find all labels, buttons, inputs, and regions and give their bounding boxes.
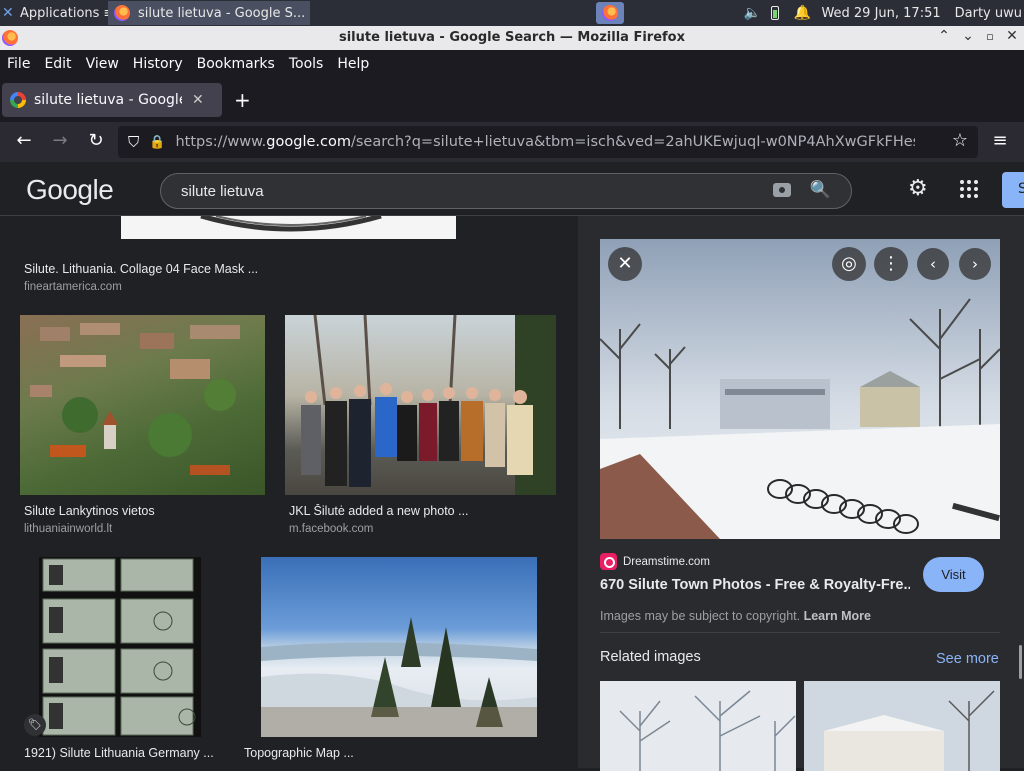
- taskbar-window-title: silute lietuva - Google S...: [138, 5, 306, 21]
- result-site[interactable]: fineartamerica.com: [24, 281, 122, 293]
- page-scrollbar-thumb[interactable]: [1019, 645, 1022, 679]
- result-site[interactable]: m.facebook.com: [289, 523, 373, 535]
- result-thumbnail-banknotes[interactable]: [39, 557, 201, 737]
- learn-more-link[interactable]: Learn More: [804, 609, 871, 623]
- xfce-logo-icon: ✕: [2, 5, 14, 21]
- divider: [600, 632, 1000, 633]
- aerial-town-image: [30, 323, 240, 475]
- lock-icon[interactable]: 🔒: [149, 135, 165, 150]
- firefox-launcher[interactable]: [596, 2, 624, 24]
- window-titlebar: silute lietuva - Google Search — Mozilla…: [0, 26, 1024, 50]
- next-image-button[interactable]: ›: [959, 248, 991, 280]
- tag-icon[interactable]: 🏷: [24, 714, 46, 736]
- volume-icon[interactable]: 🔈: [743, 6, 760, 20]
- winter-river-image: [261, 617, 537, 737]
- tab-strip: silute lietuva - Google Se ✕ +: [0, 78, 1024, 122]
- tab-google-search[interactable]: silute lietuva - Google Se ✕: [2, 83, 222, 117]
- search-box[interactable]: 🔍: [160, 173, 852, 209]
- hamburger-menu-icon[interactable]: ≡: [988, 130, 1012, 151]
- menu-file[interactable]: File: [7, 56, 30, 72]
- previous-image-button[interactable]: ‹: [917, 248, 949, 280]
- related-image-2[interactable]: [804, 681, 1000, 771]
- related-image-1[interactable]: [600, 681, 796, 771]
- snowy-square-image: [600, 239, 1000, 539]
- lens-search-button[interactable]: ◎: [832, 247, 866, 281]
- more-options-button[interactable]: ⋮: [874, 247, 908, 281]
- result-thumbnail-group-photo[interactable]: [285, 315, 556, 495]
- result-title[interactable]: Silute Lankytinos vietos: [24, 504, 155, 518]
- google-header: Google 🔍 ⚙ S: [0, 162, 1024, 216]
- sign-in-button[interactable]: S: [1002, 172, 1024, 208]
- menu-help[interactable]: Help: [337, 56, 369, 72]
- applications-menu[interactable]: ✕ Applications ≡: [2, 3, 114, 23]
- user-name[interactable]: Darty uwu: [955, 6, 1022, 21]
- menu-view[interactable]: View: [86, 56, 119, 72]
- result-thumbnail-face-mask[interactable]: [121, 216, 456, 239]
- image-preview-panel: ✕ ◎ ⋮ ‹ › Dreamstime.com 670 Silute Town…: [578, 216, 1024, 771]
- window-maximize-icon[interactable]: ▫: [980, 30, 1000, 43]
- preview-source[interactable]: Dreamstime.com: [600, 553, 710, 570]
- menubar: File Edit View History Bookmarks Tools H…: [0, 50, 1024, 78]
- camera-search-icon[interactable]: [773, 183, 791, 197]
- copyright-text: Images may be subject to copyright.: [600, 609, 801, 623]
- dreamstime-favicon-icon: [600, 553, 617, 570]
- battery-icon[interactable]: [771, 6, 780, 20]
- menu-edit[interactable]: Edit: [44, 56, 71, 72]
- result-site[interactable]: lithuaniainworld.lt: [24, 523, 112, 535]
- forward-arrow-icon[interactable]: →: [48, 130, 72, 151]
- group-photo-image: [301, 315, 556, 495]
- preview-source-name: Dreamstime.com: [623, 555, 710, 568]
- taskbar-window-firefox[interactable]: silute lietuva - Google S...: [108, 1, 310, 25]
- menu-history[interactable]: History: [133, 56, 183, 72]
- applications-label: Applications: [20, 5, 100, 21]
- navigation-bar: ← → ↻ ⛉ 🔒 https://www.google.com/search?…: [0, 122, 1024, 162]
- tab-label: silute lietuva - Google Se: [34, 92, 182, 108]
- related-snow-building-image: [804, 681, 1000, 771]
- firefox-icon: [114, 5, 130, 21]
- window-title: silute lietuva - Google Search — Mozilla…: [338, 30, 685, 45]
- result-title[interactable]: Topographic Map ...: [244, 746, 354, 760]
- system-taskbar: ✕ Applications ≡ silute lietuva - Google…: [0, 0, 1024, 26]
- settings-gear-icon[interactable]: ⚙: [908, 176, 928, 201]
- url-text[interactable]: https://www.google.com/search?q=silute+l…: [175, 134, 915, 150]
- google-favicon-icon: [10, 92, 26, 108]
- system-tray: 🔈 🔔 Wed 29 Jun, 17:51 Darty uwu: [743, 0, 1024, 26]
- copyright-notice: Images may be subject to copyright. Lear…: [600, 609, 871, 623]
- result-thumbnail-winter-river[interactable]: [261, 557, 537, 737]
- reload-icon[interactable]: ↻: [84, 130, 108, 151]
- result-title[interactable]: 1921) Silute Lithuania Germany ...: [24, 746, 214, 760]
- related-snow-trees-image: [600, 681, 796, 771]
- result-thumbnail-aerial-town[interactable]: [20, 315, 265, 495]
- result-title[interactable]: JKL Šilutė added a new photo ...: [289, 504, 469, 518]
- back-arrow-icon[interactable]: ←: [12, 130, 36, 151]
- apps-grid-icon[interactable]: [960, 180, 978, 198]
- related-images-heading: Related images: [600, 649, 701, 665]
- preview-image[interactable]: [600, 239, 1000, 539]
- clock[interactable]: Wed 29 Jun, 17:51: [821, 6, 940, 21]
- image-results: Silute. Lithuania. Collage 04 Face Mask …: [0, 216, 578, 768]
- notification-bell-icon[interactable]: 🔔: [793, 6, 810, 20]
- search-icon[interactable]: 🔍: [810, 180, 831, 200]
- tracking-shield-icon[interactable]: ⛉: [128, 133, 139, 151]
- google-logo[interactable]: Google: [26, 174, 114, 206]
- close-preview-button[interactable]: ✕: [608, 247, 642, 281]
- result-title[interactable]: Silute. Lithuania. Collage 04 Face Mask …: [24, 262, 274, 276]
- see-more-link[interactable]: See more: [936, 651, 999, 667]
- firefox-launcher-icon: [602, 5, 618, 21]
- bookmark-star-icon[interactable]: ☆: [948, 130, 972, 151]
- window-close-icon[interactable]: ✕: [1002, 28, 1022, 44]
- banknotes-image: [42, 558, 196, 736]
- new-tab-button[interactable]: +: [234, 88, 251, 112]
- search-input[interactable]: [181, 181, 741, 201]
- tab-close-icon[interactable]: ✕: [192, 92, 204, 108]
- preview-title[interactable]: 670 Silute Town Photos - Free & Royalty-…: [600, 577, 910, 593]
- window-shade-icon[interactable]: ⌃: [934, 28, 954, 44]
- menu-bookmarks[interactable]: Bookmarks: [197, 56, 275, 72]
- face-mask-image: [200, 216, 382, 232]
- url-bar[interactable]: ⛉ 🔒 https://www.google.com/search?q=silu…: [118, 126, 978, 158]
- window-minimize-icon[interactable]: ⌄: [958, 28, 978, 44]
- menu-tools[interactable]: Tools: [289, 56, 324, 72]
- visit-button[interactable]: Visit: [923, 557, 984, 592]
